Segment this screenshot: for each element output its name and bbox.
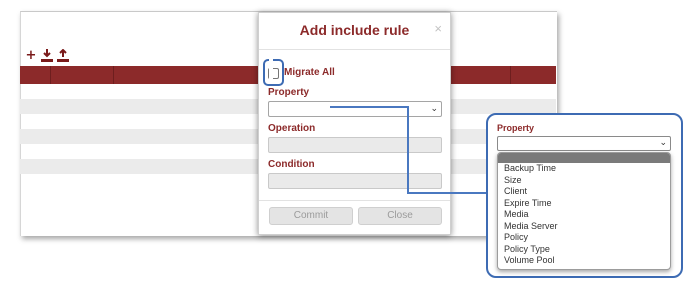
option-media-server[interactable]: Media Server (498, 221, 670, 233)
migrate-all-label: Migrate All (284, 67, 335, 78)
connector-line (330, 106, 409, 108)
condition-label: Condition (268, 159, 315, 170)
option-media[interactable]: Media (498, 209, 670, 221)
option-client[interactable]: Client (498, 186, 670, 198)
option-policy[interactable]: Policy (498, 232, 670, 244)
dialog-title: Add include rule (299, 22, 410, 38)
upload-icon[interactable] (56, 48, 70, 63)
property-select[interactable]: ⌄ (497, 136, 671, 151)
option-volume-pool[interactable]: Volume Pool (498, 255, 670, 267)
chevron-down-icon: ⌄ (430, 104, 438, 114)
property-dropdown-callout: Property ⌄ Backup Time Size Client Expir… (486, 113, 683, 278)
option-expire-time[interactable]: Expire Time (498, 198, 670, 210)
operation-label: Operation (268, 123, 316, 134)
dialog-footer: Commit Close (259, 200, 450, 234)
add-include-rule-dialog: Add include rule × Migrate All Property … (258, 12, 451, 235)
plus-icon[interactable]: + (24, 49, 38, 63)
close-button[interactable]: Close (358, 207, 442, 225)
connector-line (407, 106, 409, 194)
option-size[interactable]: Size (498, 175, 670, 187)
option-policy-type[interactable]: Policy Type (498, 244, 670, 256)
property-options-list: Backup Time Size Client Expire Time Medi… (497, 152, 671, 270)
close-icon[interactable]: × (434, 21, 442, 36)
property-select[interactable]: ⌄ (268, 101, 442, 117)
checkbox-highlight-bracket (263, 59, 284, 86)
condition-input (268, 173, 442, 189)
property-label: Property (268, 87, 310, 98)
connector-line (407, 192, 487, 194)
chevron-down-icon: ⌄ (659, 138, 667, 148)
dialog-header: Add include rule × (259, 13, 450, 50)
property-label: Property (497, 123, 535, 133)
option-backup-time[interactable]: Backup Time (498, 163, 670, 175)
operation-select (268, 137, 442, 153)
download-icon[interactable] (40, 49, 54, 63)
commit-button[interactable]: Commit (269, 207, 353, 225)
highlighted-empty-option[interactable] (498, 153, 670, 163)
